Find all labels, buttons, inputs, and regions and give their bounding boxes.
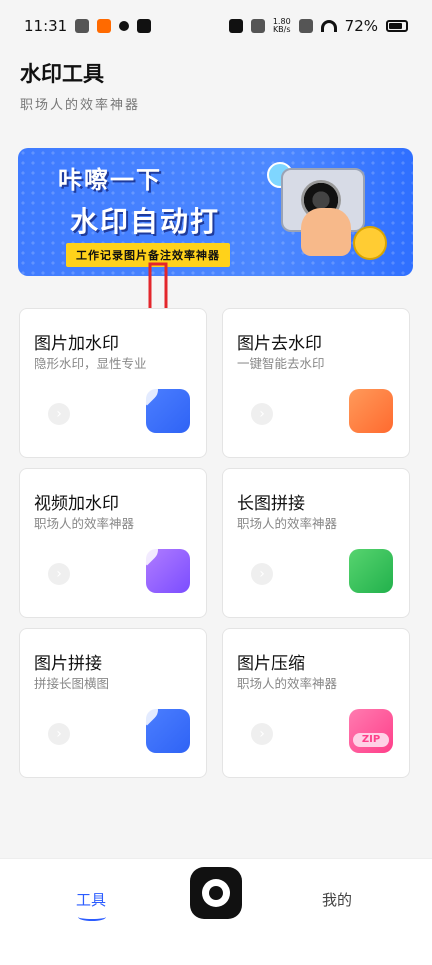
card-subtitle: 隐形水印，显性专业 [34,356,147,371]
no-sim-icon [298,19,313,33]
card-video-watermark[interactable]: 视频加水印 职场人的效率神器 › [19,468,207,618]
page-title: 水印工具 [20,62,104,86]
zip-icon: ZIP [349,709,393,753]
card-title: 图片去水印 [237,334,322,354]
card-image-watermark[interactable]: 图片加水印 隐形水印，显性专业 › [19,308,207,458]
tab-mine[interactable]: 我的 [322,889,352,910]
card-image-join[interactable]: 图片拼接 拼接长图横图 › [19,628,207,778]
battery-icon [386,20,408,32]
camera-icon [202,879,230,907]
image-remove-icon [349,389,393,433]
drop-icon [131,694,163,726]
card-title: 图片加水印 [34,334,119,354]
hand-illustration-icon [301,208,351,256]
status-right: 1.80 KB/s 72% [228,17,408,35]
card-long-image-join[interactable]: 长图拼接 职场人的效率神器 › [222,468,410,618]
vibrate-icon [250,19,265,33]
tab-active-indicator [78,913,106,921]
card-title: 图片压缩 [237,654,305,674]
card-title: 图片拼接 [34,654,102,674]
camera-status-icon [228,19,243,33]
status-left: 11:31 [24,17,152,35]
zip-label: ZIP [353,733,389,747]
tab-tools[interactable]: 工具 [76,889,106,910]
card-subtitle: 职场人的效率神器 [34,516,135,531]
banner-headline-1: 咔嚓一下 [58,166,162,194]
app-notification-icon [97,19,112,33]
card-title: 长图拼接 [237,494,305,514]
card-title: 视频加水印 [34,494,119,514]
promo-banner[interactable]: 咔嚓一下 水印自动打 工作记录图片备注效率神器 [18,148,413,276]
bottom-nav: 工具 我的 [0,858,432,965]
image-add-icon [131,374,190,433]
banner-headline-2: 水印自动打 [70,205,221,238]
bell-icon [119,21,130,31]
card-subtitle: 拼接长图横图 [34,676,110,691]
image-join-icon [131,694,190,753]
arrow-right-icon[interactable]: › [251,403,273,425]
card-subtitle: 职场人的效率神器 [237,676,338,691]
grid-join-icon [349,549,393,593]
drop-icon [131,534,163,566]
network-speed: 1.80 KB/s [273,18,291,34]
message-icon [137,19,152,33]
arrow-right-icon[interactable]: › [48,403,70,425]
drop-icon [131,374,163,406]
card-subtitle: 职场人的效率神器 [237,516,338,531]
page-subtitle: 职场人的效率神器 [20,98,141,113]
network-speed-unit: KB/s [272,25,291,34]
wifi-icon [320,20,337,32]
card-remove-watermark[interactable]: 图片去水印 一键智能去水印 › [222,308,410,458]
app-notification-icon [75,19,90,33]
camera-button[interactable] [190,867,242,919]
arrow-right-icon[interactable]: › [48,563,70,585]
arrow-right-icon[interactable]: › [251,723,273,745]
status-time: 11:31 [24,17,68,35]
video-add-icon [131,534,190,593]
chick-illustration-icon [353,226,387,260]
card-image-compress[interactable]: 图片压缩 职场人的效率神器 › ZIP [222,628,410,778]
arrow-right-icon[interactable]: › [251,563,273,585]
card-subtitle: 一键智能去水印 [237,356,325,371]
arrow-right-icon[interactable]: › [48,723,70,745]
battery-percent: 72% [344,17,378,35]
status-bar: 11:31 1.80 KB/s 72% [0,0,432,52]
